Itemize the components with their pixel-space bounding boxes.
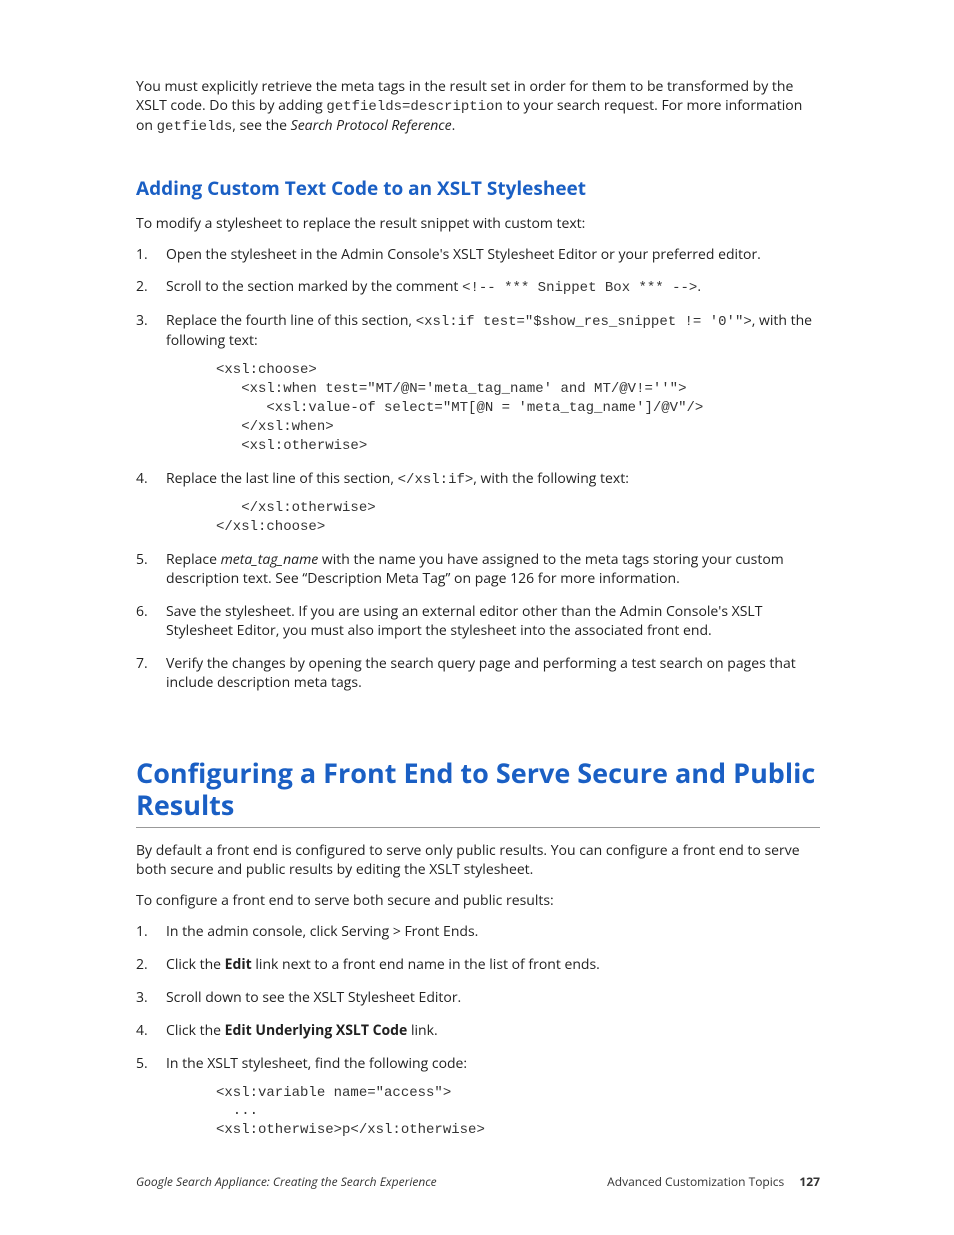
code-block-access: <xsl:variable name="access"> ... <xsl:ot…	[216, 1084, 820, 1141]
step-item: Replace the fourth line of this section,…	[136, 312, 820, 455]
text: Replace the fourth line of this section,	[166, 311, 416, 330]
footer-section: Advanced Customization Topics 127	[607, 1173, 820, 1190]
code-snippet-comment: <!-- *** Snippet Box *** -->	[462, 280, 697, 296]
text: link.	[407, 1021, 437, 1040]
text: Replace the last line of this section,	[166, 469, 398, 488]
code-end-if: </xsl:if>	[398, 472, 474, 488]
page-number: 127	[799, 1173, 820, 1190]
steps-list-1: Open the stylesheet in the Admin Console…	[136, 246, 820, 693]
text: .	[697, 277, 701, 296]
ref-title: Search Protocol Reference	[291, 116, 452, 135]
text: In the XSLT stylesheet, find the followi…	[166, 1054, 467, 1073]
footer-section-name: Advanced Customization Topics	[607, 1173, 784, 1190]
step-item: Save the stylesheet. If you are using an…	[136, 603, 820, 641]
step-item: Verify the changes by opening the search…	[136, 655, 820, 693]
step-item: Click the Edit Underlying XSLT Code link…	[136, 1022, 820, 1041]
step-item: Open the stylesheet in the Admin Console…	[136, 246, 820, 265]
edit-link-label: Edit	[225, 955, 252, 974]
code-getfields: getfields	[157, 119, 233, 135]
meta-tag-name: meta_tag_name	[221, 550, 319, 569]
text: , see the	[232, 116, 290, 135]
text: link next to a front end name in the lis…	[252, 955, 600, 974]
page-footer: Google Search Appliance: Creating the Se…	[136, 1173, 820, 1190]
step-item: Scroll to the section marked by the comm…	[136, 278, 820, 298]
code-xsl-if: <xsl:if test="$show_res_snippet != '0'">	[416, 314, 752, 330]
code-block-choose: <xsl:choose> <xsl:when test="MT/@N='meta…	[216, 361, 820, 455]
step-item: In the XSLT stylesheet, find the followi…	[136, 1055, 820, 1141]
code-getfields-desc: getfields=description	[326, 99, 502, 115]
step-item: Scroll down to see the XSLT Stylesheet E…	[136, 989, 820, 1008]
text: Scroll to the section marked by the comm…	[166, 277, 462, 296]
code-block-otherwise: </xsl:otherwise> </xsl:choose>	[216, 499, 820, 537]
footer-doc-title: Google Search Appliance: Creating the Se…	[136, 1173, 437, 1190]
step-item: Click the Edit link next to a front end …	[136, 956, 820, 975]
intro-paragraph: You must explicitly retrieve the meta ta…	[136, 78, 820, 137]
heading-configuring-front-end: Configuring a Front End to Serve Secure …	[136, 757, 820, 829]
text: Replace	[166, 550, 221, 569]
edit-xslt-link-label: Edit Underlying XSLT Code	[225, 1021, 408, 1040]
step-item: In the admin console, click Serving > Fr…	[136, 923, 820, 942]
text: Click the	[166, 1021, 225, 1040]
text: Click the	[166, 955, 225, 974]
page-content: You must explicitly retrieve the meta ta…	[136, 78, 820, 1154]
lead-paragraph-2: By default a front end is configured to …	[136, 842, 820, 880]
step-item: Replace the last line of this section, <…	[136, 470, 820, 538]
step-item: Replace meta_tag_name with the name you …	[136, 551, 820, 589]
steps-list-2: In the admin console, click Serving > Fr…	[136, 923, 820, 1140]
text: , with the following text:	[473, 469, 629, 488]
lead-paragraph-1: To modify a stylesheet to replace the re…	[136, 215, 820, 234]
text: .	[452, 116, 456, 135]
heading-adding-custom-text: Adding Custom Text Code to an XSLT Style…	[136, 175, 820, 201]
lead-paragraph-3: To configure a front end to serve both s…	[136, 892, 820, 911]
